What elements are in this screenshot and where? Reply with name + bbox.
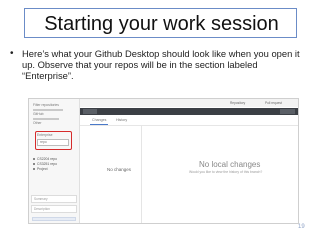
commit-button[interactable]: [32, 217, 76, 221]
branch-selector[interactable]: [83, 109, 97, 114]
bullet-symbol: •: [10, 48, 14, 59]
description-placeholder: Description: [34, 207, 50, 211]
active-tab-indicator: [90, 124, 108, 125]
sidebar-filter-label: Filter repositories: [33, 103, 60, 107]
sync-button[interactable]: [280, 109, 295, 114]
sidebar-line: [33, 118, 59, 120]
summary-placeholder: Summary: [34, 197, 48, 201]
sidebar-github-label: GitHub: [33, 112, 44, 116]
sidebar-other-label: Other: [33, 121, 42, 125]
summary-field[interactable]: Summary: [31, 195, 77, 203]
app-topbar: Repository Pull request: [80, 99, 298, 107]
repo-sidebar: Filter repositories GitHub Other Enterpr…: [29, 99, 80, 223]
repo-list-item[interactable]: CS3251 repo: [33, 162, 57, 166]
page-number: 19: [298, 224, 305, 230]
no-local-changes-subtext: Would you like to view the history of th…: [189, 170, 263, 174]
sidebar-line: [33, 109, 63, 111]
no-local-changes-heading: No local changes: [199, 160, 261, 169]
repo-list-item[interactable]: Project: [33, 167, 48, 171]
description-field[interactable]: Description: [31, 205, 77, 213]
pane-divider: [141, 125, 142, 223]
github-desktop-screenshot: Filter repositories GitHub Other Enterpr…: [28, 98, 299, 224]
topbar-repository-label[interactable]: Repository: [230, 101, 245, 105]
enterprise-highlight: [35, 131, 72, 150]
slide-title: Starting your work session: [44, 13, 279, 35]
no-changes-label: No changes: [107, 167, 132, 172]
bullet-text: Here’s what your Github Desktop should l…: [22, 48, 300, 81]
repo-list-item[interactable]: CS2204 repo: [33, 157, 57, 161]
tab-changes[interactable]: Changes: [92, 118, 106, 123]
topbar-pull-request-label[interactable]: Pull request: [265, 101, 282, 105]
slide-title-box: Starting your work session: [24, 8, 297, 38]
tab-history[interactable]: History: [116, 118, 127, 123]
branch-toolbar: [80, 108, 298, 115]
tab-bar: Changes History: [80, 116, 298, 126]
